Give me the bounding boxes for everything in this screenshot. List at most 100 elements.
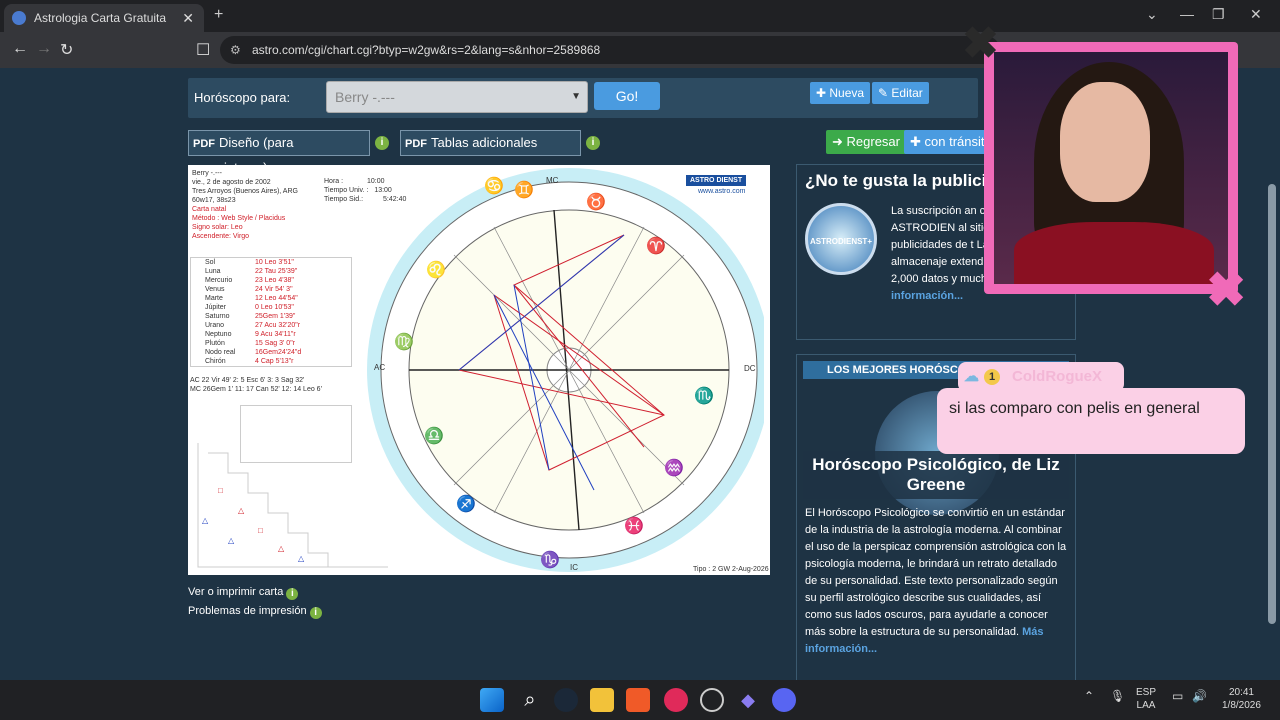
webcam-overlay: [984, 42, 1238, 294]
hora-label: Hora :: [324, 178, 344, 185]
planet-position: 25Gem 1'39": [255, 313, 296, 320]
sub-badge-icon: 1: [984, 369, 1000, 385]
pdf-design-button[interactable]: PDFDiseño (para suscriptores): [188, 130, 370, 175]
planet-name: Nodo real: [205, 349, 236, 356]
planet-position: 22 Tau 25'39": [255, 268, 298, 275]
planet-row: Neptuno 9 Acu 34'11"r: [191, 330, 351, 339]
horoscope-label: Horóscopo para:: [194, 90, 291, 105]
microphone-icon[interactable]: 🎙: [1110, 690, 1125, 703]
print-chart-link[interactable]: Ver o imprimir carta i: [188, 586, 299, 600]
planet-name: Marte: [205, 295, 223, 302]
bookmark-icon[interactable]: ☐: [196, 40, 210, 60]
editar-label: Editar: [891, 86, 923, 100]
site-settings-icon[interactable]: ⚙: [230, 36, 241, 64]
close-window-icon[interactable]: ✕: [1250, 6, 1262, 23]
regresar-button[interactable]: ➜ Regresar: [826, 130, 908, 154]
planet-position: 12 Leo 44'54": [255, 295, 298, 302]
planet-row: Saturno 25Gem 1'39": [191, 312, 351, 321]
natal-chart[interactable]: Berry -.--- vie., 2 de agosto de 2002 Tr…: [188, 165, 770, 575]
clock-time: 20:41: [1228, 687, 1254, 698]
go-button[interactable]: Go!: [594, 82, 660, 110]
planet-name: Urano: [205, 322, 225, 329]
pdf-tag: PDF: [193, 138, 215, 150]
chart-coords: 60w17, 38s23: [192, 197, 236, 204]
tray-chevron-icon[interactable]: ⌃: [1084, 690, 1094, 703]
svg-text:♏: ♏: [694, 386, 714, 405]
psych-horoscope-title[interactable]: Horóscopo Psicológico, de Liz Greene: [803, 451, 1069, 499]
media-player-icon[interactable]: [664, 688, 688, 712]
file-explorer-icon[interactable]: [590, 688, 614, 712]
planet-row: Júpiter 0 Leo 10'53": [191, 303, 351, 312]
planet-position: 16Gem24'24"d: [255, 349, 302, 356]
svg-text:□: □: [258, 526, 263, 535]
editar-button[interactable]: ✎ Editar: [872, 82, 929, 104]
horoscope-form: Horóscopo para: Berry -.--- ▼ Go! ✚ Nueva…: [188, 78, 978, 118]
url-text: astro.com/cgi/chart.cgi?btyp=w2gw&rs=2&l…: [252, 43, 601, 57]
info-icon: i: [286, 588, 299, 600]
reload-icon[interactable]: ↻: [60, 40, 73, 60]
planet-name: Venus: [205, 286, 225, 293]
planet-position: 15 Sag 3' 0"r: [255, 340, 296, 347]
network-icon[interactable]: ▭: [1172, 690, 1183, 703]
tab-title: Astrologia Carta Gratuita: [34, 11, 167, 25]
forward-icon[interactable]: →: [36, 40, 52, 58]
pdf-tables-button[interactable]: PDF Tablas adicionales: [400, 130, 581, 156]
planet-position: 9 Acu 34'11"r: [255, 331, 296, 338]
minimize-icon[interactable]: —: [1180, 6, 1194, 22]
planet-position: 0 Leo 10'53": [255, 304, 294, 311]
windows-start-icon[interactable]: [480, 688, 504, 712]
scrollbar-thumb[interactable]: [1268, 184, 1276, 624]
planet-row: Plutón 15 Sag 3' 0"r: [191, 339, 351, 348]
chevron-down-icon: ▼: [571, 91, 581, 102]
planet-position: 24 Vir 54' 3": [255, 286, 293, 293]
info-icon[interactable]: i: [375, 136, 389, 150]
clock[interactable]: 20:41 1/8/2026: [1222, 686, 1261, 712]
new-tab-icon[interactable]: +: [214, 6, 223, 24]
planet-position: 27 Acu 32'20"r: [255, 322, 301, 329]
pdf-tables-label: Tablas adicionales: [431, 135, 538, 150]
transitos-button[interactable]: ✚ con tránsit: [904, 130, 993, 154]
chart-date: vie., 2 de agosto de 2002: [192, 179, 271, 186]
volume-icon[interactable]: 🔊: [1192, 690, 1207, 703]
chart-ascendant: Ascendente: Virgo: [192, 233, 250, 240]
app-icon[interactable]: ◆: [736, 688, 760, 712]
univ-label: Tiempo Univ. :: [324, 187, 369, 194]
planet-row: Venus 24 Vir 54' 3": [191, 285, 351, 294]
svg-text:♊: ♊: [514, 180, 534, 199]
steam-icon[interactable]: [554, 688, 578, 712]
chart-place: Tres Arroyos (Buenos Aires), ARG: [192, 188, 298, 195]
search-icon[interactable]: ⌕: [518, 688, 542, 712]
info-icon[interactable]: i: [586, 136, 600, 150]
tab-list-icon[interactable]: ⌄: [1146, 6, 1158, 23]
taskbar: ⌕ ◆ ⌃ 🎙 ESP LAA ▭ 🔊 20:41 1/8/2026: [0, 680, 1280, 720]
language-indicator[interactable]: ESP LAA: [1136, 686, 1156, 712]
chart-footer: Tipo : 2 GW 2-Aug-2026: [693, 566, 769, 573]
planet-row: Marte 12 Leo 44'54": [191, 294, 351, 303]
page-scrollbar[interactable]: [1265, 68, 1280, 680]
back-icon[interactable]: ←: [12, 40, 28, 58]
url-field[interactable]: ⚙ astro.com/cgi/chart.cgi?btyp=w2gw&rs=2…: [220, 36, 1000, 64]
horoscope-select[interactable]: Berry -.--- ▼: [326, 81, 588, 113]
planet-row: Sol 10 Leo 3'51": [191, 258, 351, 267]
print-problems-label: Problemas de impresión: [188, 605, 307, 617]
svg-text:△: △: [202, 516, 209, 525]
webcam-frame: [994, 52, 1228, 284]
print-chart-label: Ver o imprimir carta: [188, 586, 284, 598]
browser-tab-bar: Astrologia Carta Gratuita ✕ + ⌄ — ❐ ✕: [0, 0, 1280, 32]
site-favicon-icon: [12, 11, 26, 25]
close-tab-icon[interactable]: ✕: [182, 10, 194, 27]
planet-name: Chirón: [205, 358, 226, 365]
maximize-icon[interactable]: ❐: [1212, 6, 1225, 23]
browser-tab[interactable]: Astrologia Carta Gratuita ✕: [4, 4, 204, 32]
planet-name: Sol: [205, 259, 216, 266]
svg-text:♋: ♋: [484, 176, 504, 195]
obs-icon[interactable]: [700, 688, 724, 712]
regresar-label: Regresar: [846, 134, 900, 149]
select-value: Berry -.---: [335, 89, 395, 105]
discord-icon[interactable]: [772, 688, 796, 712]
print-problems-link[interactable]: Problemas de impresión i: [188, 605, 322, 619]
planet-name: Saturno: [205, 313, 230, 320]
brave-browser-icon[interactable]: [626, 688, 650, 712]
chart-method: Método : Web Style / Placidus: [192, 215, 286, 222]
nueva-button[interactable]: ✚ Nueva: [810, 82, 871, 104]
